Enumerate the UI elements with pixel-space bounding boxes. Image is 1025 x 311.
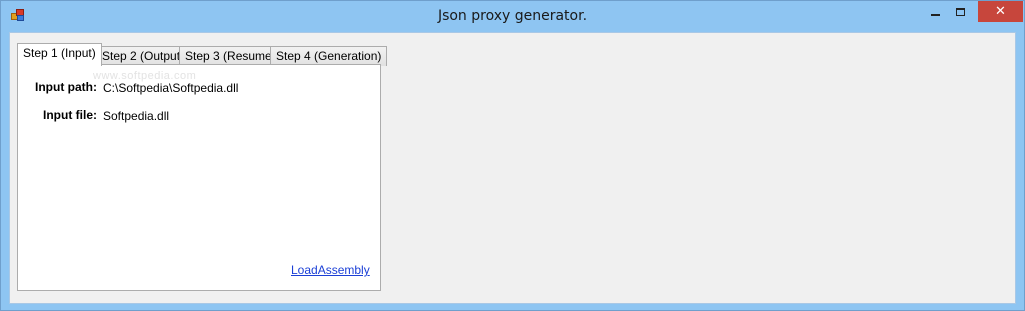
- close-icon: ✕: [995, 4, 1006, 19]
- input-path-label: Input path:: [35, 80, 97, 94]
- input-file-label: Input file:: [43, 108, 97, 122]
- client-area: Step 1 (Input) Step 2 (Output) Step 3 (R…: [9, 32, 1016, 304]
- load-assembly-link[interactable]: LoadAssembly: [291, 263, 370, 277]
- tab-step-2-output[interactable]: Step 2 (Output): [96, 46, 191, 66]
- maximize-button[interactable]: [947, 1, 974, 22]
- input-file-value: Softpedia.dll: [103, 109, 170, 123]
- title-bar[interactable]: Json proxy generator. ✕: [1, 1, 1024, 32]
- tab-step-1-input[interactable]: Step 1 (Input): [17, 43, 102, 66]
- minimize-button[interactable]: [922, 1, 949, 22]
- step-1-panel: www.softpedia.com Input path: C:\Softped…: [17, 64, 381, 291]
- tab-step-4-generation[interactable]: Step 4 (Generation): [270, 46, 388, 66]
- tab-step-3-resume[interactable]: Step 3 (Resume): [179, 46, 282, 66]
- minimize-icon: [931, 13, 940, 16]
- input-path-value: C:\Softpedia\Softpedia.dll: [103, 81, 239, 95]
- app-window: Json proxy generator. ✕ Step 1 (Input) S…: [0, 0, 1025, 311]
- window-title: Json proxy generator.: [437, 8, 588, 24]
- maximize-icon: [956, 7, 965, 16]
- close-button[interactable]: ✕: [978, 1, 1023, 22]
